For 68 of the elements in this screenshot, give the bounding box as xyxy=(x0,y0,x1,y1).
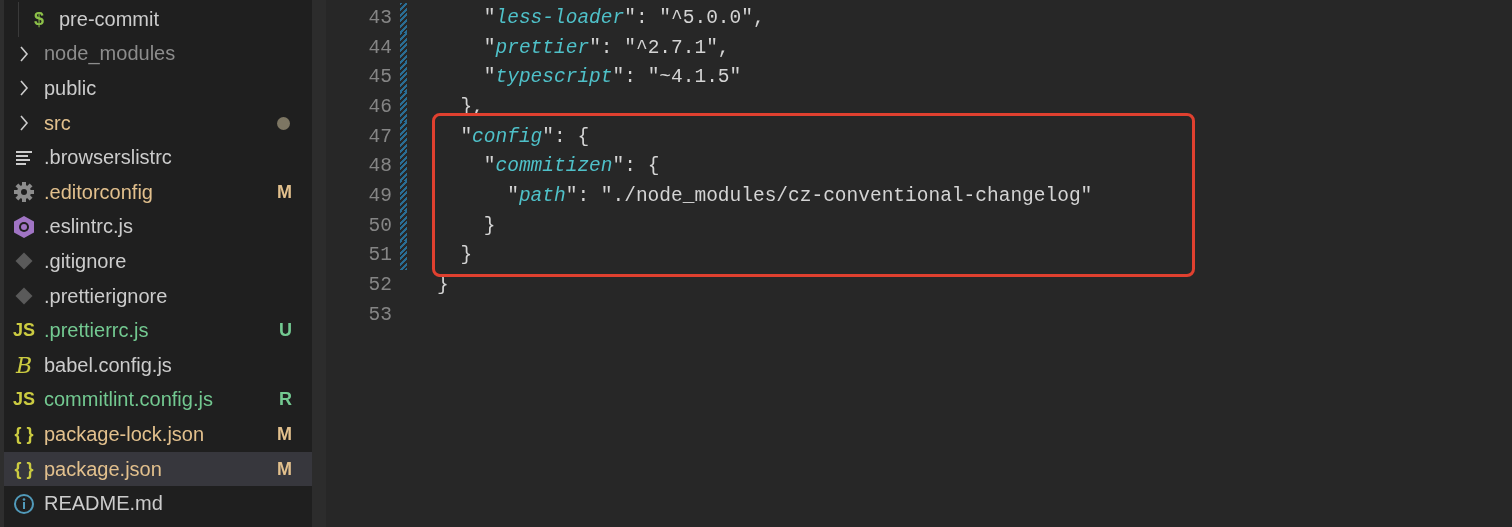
code-line: "config": { xyxy=(460,125,590,148)
file-name: src xyxy=(44,111,72,135)
line-number: 45 xyxy=(367,66,392,89)
file-type-icon: { } xyxy=(10,458,38,480)
file-tree-item[interactable]: .eslintrc.js xyxy=(4,209,312,245)
code-line: } xyxy=(460,244,473,267)
git-status: M xyxy=(277,423,292,445)
file-tree-item[interactable]: node_modules xyxy=(4,36,312,72)
file-tree-item[interactable]: .editorconfig M xyxy=(4,174,312,210)
file-tree-item[interactable]: JS commitlint.config.js R xyxy=(4,382,312,418)
file-type-icon: $ xyxy=(25,8,53,30)
chevron-icon xyxy=(19,80,29,97)
file-name: .browserslistrc xyxy=(44,146,173,170)
file-name: README.md xyxy=(44,492,164,516)
code-line: "path": "./node_modules/cz-conventional-changelog" xyxy=(507,184,1093,207)
file-name: .prettierignore xyxy=(44,284,169,308)
code-line: "prettier": "^2.7.1", xyxy=(483,36,730,59)
scrollbar[interactable] xyxy=(312,0,326,527)
line-number: 52 xyxy=(367,274,392,297)
chevron-icon xyxy=(19,115,29,132)
file-type-icon: { } xyxy=(10,423,38,445)
file-name: .gitignore xyxy=(44,249,128,273)
code-line: "typescript": "~4.1.5" xyxy=(483,66,742,89)
line-number: 53 xyxy=(367,303,392,326)
file-name: public xyxy=(44,77,98,100)
file-name: babel.config.js xyxy=(44,353,173,377)
file-name: pre-commit xyxy=(59,7,160,31)
file-name: .prettierrc.js xyxy=(44,319,150,343)
file-type-icon: JS xyxy=(10,389,38,411)
file-tree-item[interactable]: { } package.json M xyxy=(4,451,312,487)
code-line: } xyxy=(483,214,496,237)
chevron-icon xyxy=(19,45,29,62)
git-status: M xyxy=(277,181,292,203)
file-type-icon: B xyxy=(10,352,38,378)
file-tree-item[interactable]: .gitignore xyxy=(4,244,312,279)
file-tree-item[interactable]: B babel.config.js xyxy=(4,347,312,383)
file-tree-item[interactable]: JS .prettierrc.js U xyxy=(4,313,312,348)
file-tree-item[interactable]: public xyxy=(4,71,312,106)
file-tree-item[interactable]: .browserslistrc xyxy=(4,140,312,175)
info-icon xyxy=(13,492,35,515)
git-status: R xyxy=(279,389,292,411)
file-tree-item[interactable]: $ pre-commit xyxy=(19,2,312,37)
file-type-icon: JS xyxy=(10,320,38,342)
line-number: 51 xyxy=(367,244,392,267)
file-tree-item[interactable]: README.md xyxy=(4,486,312,521)
gear-icon xyxy=(13,181,35,204)
code-line: "commitizen": { xyxy=(483,155,660,178)
line-number: 47 xyxy=(367,125,392,148)
file-tree-item[interactable]: { } package-lock.json M xyxy=(4,417,312,452)
file-name: .editorconfig xyxy=(44,180,154,204)
line-number: 46 xyxy=(367,95,392,118)
lines-icon xyxy=(15,149,33,166)
line-number: 48 xyxy=(367,155,392,178)
file-name: commitlint.config.js xyxy=(44,388,214,412)
line-number: 49 xyxy=(367,184,392,207)
file-name: node_modules xyxy=(44,42,177,66)
file-tree-item[interactable]: src xyxy=(4,105,312,141)
file-name: package-lock.json xyxy=(44,422,206,446)
file-name: package.json xyxy=(44,457,163,481)
git-status: M xyxy=(277,458,292,480)
line-number: 44 xyxy=(367,36,392,59)
hexagon-icon xyxy=(12,214,36,239)
file-tree-item[interactable]: .prettierignore xyxy=(4,278,312,314)
git-status: U xyxy=(279,320,292,342)
file-name: .eslintrc.js xyxy=(44,215,134,239)
code-line: "less-loader": "^5.0.0", xyxy=(483,6,765,29)
line-number: 50 xyxy=(367,214,392,237)
line-number: 43 xyxy=(367,6,392,29)
